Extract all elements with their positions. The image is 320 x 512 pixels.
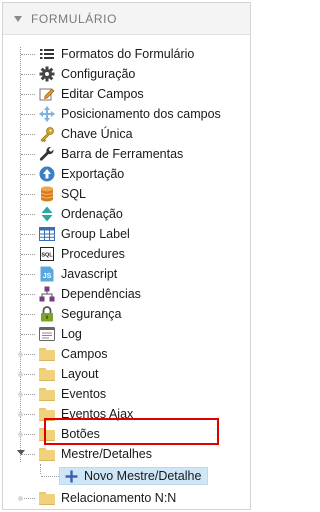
tree-item-label: SQL	[61, 187, 87, 201]
tree-item-label: Procedures	[61, 247, 125, 261]
highlight-box	[44, 418, 219, 445]
tree-item-javascript[interactable]: JS Javascript	[3, 264, 250, 284]
tree-item-log[interactable]: Log	[3, 324, 250, 344]
tree-item-label: Exportação	[61, 167, 125, 181]
tree-item-campos[interactable]: Campos	[3, 344, 250, 364]
tree-item-layout[interactable]: Layout	[3, 364, 250, 384]
tree-item-label: Log	[61, 327, 82, 341]
tree-item-label: Editar Campos	[61, 87, 144, 101]
tree-item-label: Mestre/Detalhes	[61, 447, 153, 461]
expand-toggle[interactable]	[18, 352, 23, 357]
folder-icon	[39, 446, 55, 462]
expand-toggle[interactable]	[18, 432, 23, 437]
table-icon	[39, 226, 55, 242]
svg-text:SQL: SQL	[41, 253, 53, 259]
hierarchy-icon	[39, 286, 55, 302]
tree-item-editar-campos[interactable]: Editar Campos	[3, 84, 250, 104]
tree-item-procedures[interactable]: SQL Procedures	[3, 244, 250, 264]
tree-item-dependencias[interactable]: Dependências	[3, 284, 250, 304]
js-icon: JS	[39, 266, 55, 282]
tree-item-configuracao[interactable]: Configuração	[3, 64, 250, 84]
tree-item-ordenacao[interactable]: Ordenação	[3, 204, 250, 224]
tree-item-label: Barra de Ferramentas	[61, 147, 184, 161]
sql-icon: SQL	[39, 246, 55, 262]
tree-item-label: Formatos do Formulário	[61, 47, 195, 61]
folder-icon	[39, 490, 55, 506]
expand-toggle[interactable]	[18, 392, 23, 397]
tree-item-label: Configuração	[61, 67, 136, 81]
tree-item-mestre-detalhes[interactable]: Mestre/Detalhes	[3, 444, 250, 464]
collapse-toggle[interactable]	[17, 450, 25, 455]
key-icon	[39, 126, 55, 142]
plus-icon	[64, 469, 78, 483]
tree-item-label: Dependências	[61, 287, 141, 301]
database-icon	[39, 186, 55, 202]
tree-item-sql[interactable]: SQL	[3, 184, 250, 204]
selected-node[interactable]: Novo Mestre/Detalhe	[59, 467, 209, 485]
expand-toggle[interactable]	[18, 412, 23, 417]
tree-item-novo-mestre-detalhe[interactable]: Novo Mestre/Detalhe	[3, 464, 250, 488]
tree-item-label: Posicionamento dos campos	[61, 107, 221, 121]
tree-item-label: Javascript	[61, 267, 118, 281]
tree-item-label: Campos	[61, 347, 108, 361]
edit-icon	[39, 86, 55, 102]
log-icon	[39, 326, 55, 342]
folder-icon	[39, 346, 55, 362]
list-icon	[39, 46, 55, 62]
folder-icon	[39, 366, 55, 382]
tree-item-formatos[interactable]: Formatos do Formulário	[3, 44, 250, 64]
tree-item-label: Novo Mestre/Detalhe	[84, 469, 202, 483]
panel-title: FORMULÁRIO	[31, 11, 118, 26]
tree-item-seguranca[interactable]: Segurança	[3, 304, 250, 324]
tree-item-posicionamento[interactable]: Posicionamento dos campos	[3, 104, 250, 124]
expand-toggle[interactable]	[18, 496, 23, 501]
expand-toggle[interactable]	[18, 372, 23, 377]
tree-item-label: Layout	[61, 367, 99, 381]
panel-header[interactable]: FORMULÁRIO	[3, 3, 250, 35]
tree-item-group-label[interactable]: Group Label	[3, 224, 250, 244]
move-icon	[39, 106, 55, 122]
tree-item-chave-unica[interactable]: Chave Única	[3, 124, 250, 144]
tree-item-label: Group Label	[61, 227, 130, 241]
tree-item-label: Relacionamento N:N	[61, 491, 177, 505]
tree-item-label: Ordenação	[61, 207, 123, 221]
tree-item-label: Chave Única	[61, 127, 133, 141]
form-panel: FORMULÁRIO Formatos do Formulário Config…	[2, 2, 251, 510]
lock-icon	[39, 306, 55, 322]
folder-icon	[39, 386, 55, 402]
tree-item-eventos[interactable]: Eventos	[3, 384, 250, 404]
tree-item-barra-ferramentas[interactable]: Barra de Ferramentas	[3, 144, 250, 164]
tree-item-label: Segurança	[61, 307, 122, 321]
tree-item-label: Eventos	[61, 387, 107, 401]
collapse-icon[interactable]	[11, 12, 25, 26]
tree-item-relacionamento[interactable]: Relacionamento N:N	[3, 488, 250, 508]
gear-icon	[39, 66, 55, 82]
sort-icon	[39, 206, 55, 222]
wrench-icon	[39, 146, 55, 162]
tree-item-exportacao[interactable]: Exportação	[3, 164, 250, 184]
svg-text:JS: JS	[43, 273, 52, 280]
export-icon	[39, 166, 55, 182]
